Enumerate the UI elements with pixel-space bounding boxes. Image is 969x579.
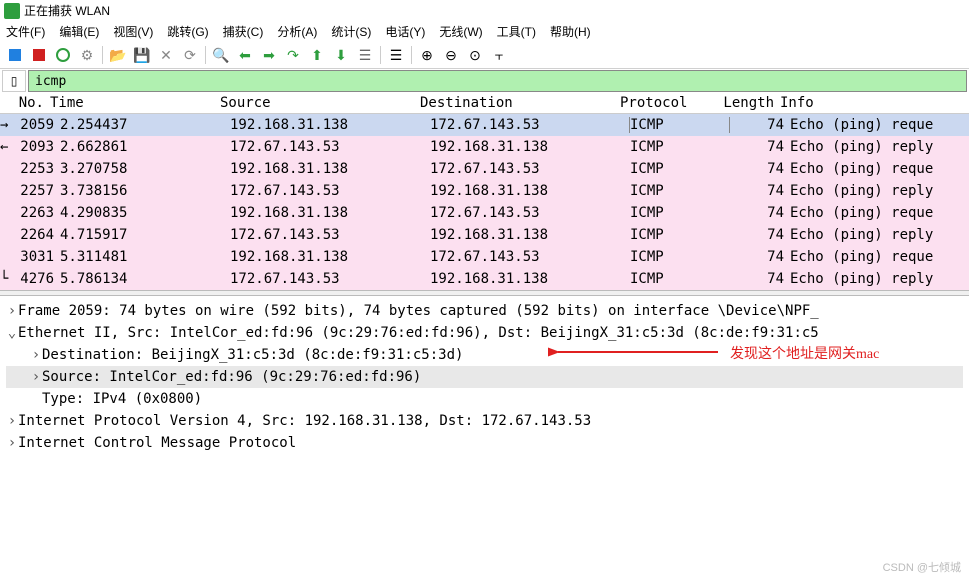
chevron-right-icon[interactable]: › bbox=[6, 300, 18, 322]
stop-capture-icon[interactable] bbox=[28, 44, 50, 66]
menu-edit[interactable]: 编辑(E) bbox=[59, 23, 99, 40]
next-icon[interactable]: ➡ bbox=[258, 44, 280, 66]
detail-ethernet[interactable]: ⌄Ethernet II, Src: IntelCor_ed:fd:96 (9c… bbox=[6, 322, 963, 344]
col-info-header[interactable]: Info bbox=[780, 95, 969, 111]
menu-help[interactable]: 帮助(H) bbox=[550, 23, 591, 40]
find-icon[interactable]: 🔍 bbox=[210, 44, 232, 66]
col-destination-header[interactable]: Destination bbox=[420, 95, 620, 111]
colorize-icon[interactable]: ☰ bbox=[385, 44, 407, 66]
title-bar: 正在捕获 WLAN bbox=[0, 0, 969, 21]
packet-row[interactable]: 30315.311481192.168.31.138172.67.143.53I… bbox=[0, 246, 969, 268]
bookmark-filter-icon[interactable]: ▯ bbox=[2, 70, 26, 92]
row-marker: ← bbox=[0, 139, 10, 155]
annotation-arrow bbox=[548, 334, 728, 364]
menu-bar: 文件(F) 编辑(E) 视图(V) 跳转(G) 捕获(C) 分析(A) 统计(S… bbox=[0, 21, 969, 42]
resize-columns-icon[interactable]: ⫟ bbox=[488, 44, 510, 66]
display-filter-input[interactable] bbox=[28, 70, 967, 92]
prev-icon[interactable]: ⬅ bbox=[234, 44, 256, 66]
menu-view[interactable]: 视图(V) bbox=[113, 23, 153, 40]
menu-capture[interactable]: 捕获(C) bbox=[223, 23, 264, 40]
menu-tools[interactable]: 工具(T) bbox=[497, 23, 536, 40]
detail-eth-type[interactable]: Type: IPv4 (0x0800) bbox=[6, 388, 963, 410]
packet-row[interactable]: 22573.738156172.67.143.53192.168.31.138I… bbox=[0, 180, 969, 202]
chevron-right-icon[interactable]: › bbox=[6, 432, 18, 454]
packet-row[interactable]: 22533.270758192.168.31.138172.67.143.53I… bbox=[0, 158, 969, 180]
chevron-right-icon[interactable]: › bbox=[30, 366, 42, 388]
restart-capture-icon[interactable] bbox=[52, 44, 74, 66]
go-first-icon[interactable]: ⬆ bbox=[306, 44, 328, 66]
detail-frame[interactable]: ›Frame 2059: 74 bytes on wire (592 bits)… bbox=[6, 300, 963, 322]
packet-row[interactable]: └42765.786134172.67.143.53192.168.31.138… bbox=[0, 268, 969, 290]
row-marker: └ bbox=[0, 271, 10, 287]
start-capture-icon[interactable] bbox=[4, 44, 26, 66]
menu-file[interactable]: 文件(F) bbox=[6, 23, 45, 40]
autoscroll-icon[interactable]: ☰ bbox=[354, 44, 376, 66]
zoom-out-icon[interactable]: ⊖ bbox=[440, 44, 462, 66]
menu-go[interactable]: 跳转(G) bbox=[167, 23, 208, 40]
packet-details-pane[interactable]: ›Frame 2059: 74 bytes on wire (592 bits)… bbox=[0, 296, 969, 458]
packet-list[interactable]: →20592.254437192.168.31.138172.67.143.53… bbox=[0, 114, 969, 290]
col-length-header[interactable]: Length bbox=[720, 95, 780, 111]
go-last-icon[interactable]: ⬇ bbox=[330, 44, 352, 66]
menu-telephony[interactable]: 电话(Y) bbox=[385, 23, 425, 40]
menu-analyze[interactable]: 分析(A) bbox=[277, 23, 317, 40]
toolbar: ⚙ 📂 💾 ✕ ⟳ 🔍 ⬅ ➡ ↷ ⬆ ⬇ ☰ ☰ ⊕ ⊖ ⊙ ⫟ bbox=[0, 42, 969, 69]
window-title: 正在捕获 WLAN bbox=[24, 2, 110, 19]
watermark: CSDN @七倾城 bbox=[883, 559, 961, 575]
packet-row[interactable]: ←20932.662861172.67.143.53192.168.31.138… bbox=[0, 136, 969, 158]
packet-row[interactable]: →20592.254437192.168.31.138172.67.143.53… bbox=[0, 114, 969, 136]
packet-row[interactable]: 22644.715917172.67.143.53192.168.31.138I… bbox=[0, 224, 969, 246]
zoom-reset-icon[interactable]: ⊙ bbox=[464, 44, 486, 66]
menu-wireless[interactable]: 无线(W) bbox=[439, 23, 482, 40]
col-source-header[interactable]: Source bbox=[220, 95, 420, 111]
detail-ip[interactable]: ›Internet Protocol Version 4, Src: 192.1… bbox=[6, 410, 963, 432]
chevron-down-icon[interactable]: ⌄ bbox=[6, 322, 18, 344]
open-file-icon[interactable]: 📂 bbox=[107, 44, 129, 66]
jump-icon[interactable]: ↷ bbox=[282, 44, 304, 66]
packet-row[interactable]: 22634.290835192.168.31.138172.67.143.53I… bbox=[0, 202, 969, 224]
detail-icmp[interactable]: ›Internet Control Message Protocol bbox=[6, 432, 963, 454]
save-file-icon[interactable]: 💾 bbox=[131, 44, 153, 66]
capture-options-icon[interactable]: ⚙ bbox=[76, 44, 98, 66]
close-file-icon[interactable]: ✕ bbox=[155, 44, 177, 66]
menu-statistics[interactable]: 统计(S) bbox=[331, 23, 371, 40]
col-time-header[interactable]: Time bbox=[50, 95, 220, 111]
col-no-header[interactable]: No. bbox=[0, 95, 50, 111]
annotation-text: 发现这个地址是网关mac bbox=[730, 344, 879, 366]
col-protocol-header[interactable]: Protocol bbox=[620, 95, 720, 111]
detail-eth-src[interactable]: ›Source: IntelCor_ed:fd:96 (9c:29:76:ed:… bbox=[6, 366, 963, 388]
filter-bar: ▯ bbox=[0, 69, 969, 93]
app-icon bbox=[4, 3, 20, 19]
reload-icon[interactable]: ⟳ bbox=[179, 44, 201, 66]
chevron-right-icon[interactable]: › bbox=[6, 410, 18, 432]
row-marker: → bbox=[0, 117, 10, 133]
packet-columns-header: No. Time Source Destination Protocol Len… bbox=[0, 93, 969, 114]
chevron-right-icon[interactable]: › bbox=[30, 344, 42, 366]
zoom-in-icon[interactable]: ⊕ bbox=[416, 44, 438, 66]
